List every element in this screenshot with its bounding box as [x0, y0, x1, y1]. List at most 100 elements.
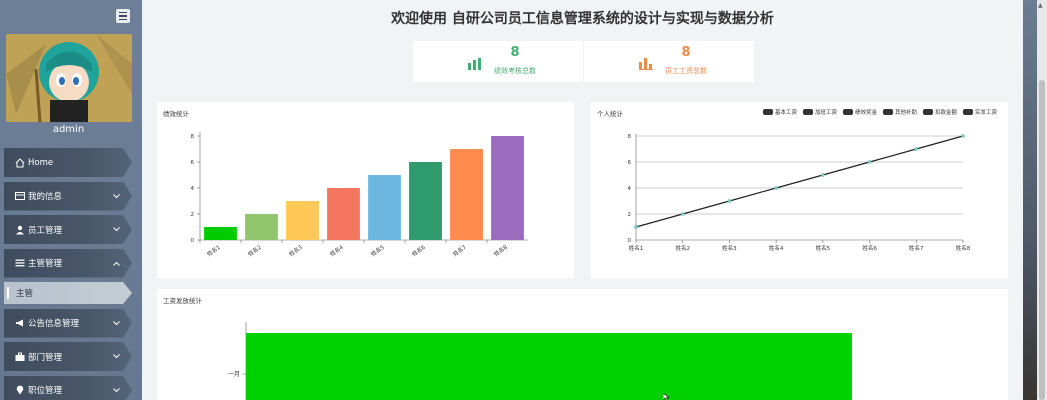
data-point [680, 212, 685, 216]
legend-label: 其他补助 [895, 108, 918, 116]
bar [368, 175, 401, 240]
sidebar-menu: Home 我的信息 员工管理 主管管理 主管 公告信息管理 部门管理 职位管理 [4, 148, 132, 400]
x-tick-label: 姓名1 [205, 243, 221, 258]
scrollbar-thumb[interactable] [1039, 80, 1045, 400]
main-content: 欢迎使用 自研公司员工信息管理系统的设计与实现与数据分析 8 绩效考核总数 8 … [142, 0, 1023, 400]
stat-value: 8 [681, 45, 691, 60]
sidebar-subitem-supervisor[interactable]: 主管 [4, 282, 132, 304]
sidebar-item-label: 主管管理 [28, 259, 63, 269]
bar [409, 162, 442, 240]
list-icon [14, 257, 26, 269]
x-tick-label: 姓名2 [675, 244, 690, 252]
avatar-image [6, 34, 132, 122]
y-tick-label: 8 [628, 134, 632, 140]
sidebar-item-label: 公告信息管理 [28, 319, 80, 329]
y-tick-label: 6 [191, 160, 195, 166]
bar [491, 136, 524, 240]
sidebar-item-employee[interactable]: 员工管理 [4, 215, 132, 244]
data-point [821, 173, 825, 177]
legend-swatch [883, 109, 893, 115]
sidebar: admin Home 我的信息 员工管理 主管管理 主管 公告信息管理 部门管理… [0, 0, 142, 400]
y-tick-label: 0 [628, 238, 632, 244]
menu-collapse-button[interactable] [116, 9, 130, 23]
x-tick-label: 姓名8 [956, 244, 971, 252]
personal-line-chart: 0 2 4 6 8 姓名1 姓名2 姓名3 姓名4 姓名5 姓名6 姓名7 姓名8 基本工资 加班工资 绩效奖… [628, 108, 998, 252]
bar [204, 227, 237, 240]
chevron-down-icon [113, 225, 120, 235]
legend-swatch [843, 109, 853, 115]
performance-chart-card: 绩效统计 0 2 4 6 8 姓名1 姓名2 姓名3 姓名4 姓名5 姓名6 姓名7 姓名8 [157, 102, 574, 278]
sidebar-item-label: 员工管理 [28, 225, 63, 236]
data-point [727, 199, 732, 203]
x-tick-label: 姓名4 [769, 244, 784, 252]
x-tick-label: 姓名5 [816, 244, 831, 252]
home-icon [14, 157, 26, 169]
card-icon [14, 190, 26, 202]
user-icon [14, 224, 26, 236]
sidebar-item-notice[interactable]: 公告信息管理 [4, 308, 132, 338]
y-tick-label: 2 [628, 212, 632, 218]
x-tick-label: 姓名1 [629, 244, 644, 252]
x-tick-label: 姓名4 [328, 243, 345, 258]
avatar [6, 34, 132, 122]
personal-chart-card: 个人统计 0 2 4 6 8 姓名1 姓名2 姓名3 姓名4 姓名5 姓名6 姓名7 姓名8 基本工资 加班… [591, 102, 1008, 278]
legend-label: 扣款金额 [935, 108, 958, 116]
stat-label: 绩效考核总数 [494, 67, 536, 75]
sidebar-item-label: 主管 [16, 289, 34, 299]
legend-swatch [963, 109, 973, 115]
data-point [774, 186, 778, 190]
username: admin [52, 124, 85, 135]
y-tick-label: 6 [628, 160, 632, 166]
sidebar-item-label: 我的信息 [28, 192, 63, 202]
x-tick-label: 姓名3 [287, 243, 304, 258]
stat-performance-total: 8 绩效考核总数 [413, 41, 583, 82]
briefcase-icon [14, 351, 26, 363]
x-tick-label: 姓名7 [451, 243, 468, 258]
y-tick-label: 一月 [228, 371, 240, 378]
sidebar-item-my-info[interactable]: 我的信息 [4, 181, 132, 211]
chevron-down-icon [113, 352, 120, 362]
chevron-down-icon [113, 386, 120, 396]
sidebar-item-label: Home [28, 157, 54, 168]
y-tick-label: 0 [191, 238, 195, 244]
page-title: 欢迎使用 自研公司员工信息管理系统的设计与实现与数据分析 [391, 11, 774, 27]
y-tick-label: 4 [628, 186, 632, 192]
legend-label: 基本工资 [775, 108, 798, 116]
sidebar-item-home[interactable]: Home [4, 148, 132, 177]
performance-bar-chart: 0 2 4 6 8 姓名1 姓名2 姓名3 姓名4 姓名5 姓名6 姓名7 姓名8 [191, 132, 528, 258]
legend-label: 加班工资 [815, 108, 838, 116]
x-tick-label: 姓名3 [722, 244, 737, 252]
location-pin-icon [14, 384, 26, 396]
x-tick-label: 姓名7 [909, 244, 924, 252]
sidebar-item-position[interactable]: 职位管理 [4, 375, 132, 400]
y-tick-label: 2 [191, 212, 195, 218]
legend-swatch [763, 109, 773, 115]
legend-swatch [923, 109, 933, 115]
bar [327, 188, 360, 240]
x-tick-label: 姓名8 [492, 243, 509, 258]
sidebar-item-department[interactable]: 部门管理 [4, 342, 132, 371]
sidebar-item-supervisor[interactable]: 主管管理 [4, 248, 132, 278]
sidebar-item-label: 职位管理 [28, 386, 63, 396]
data-point [634, 225, 638, 229]
x-tick-label: 姓名5 [369, 243, 386, 258]
legend-label: 绩效奖金 [855, 108, 878, 116]
bar [286, 201, 319, 240]
chevron-down-icon [113, 192, 120, 202]
salary-bar-chart: 一月 [228, 322, 852, 400]
bar [245, 214, 278, 240]
salary-chart-card: 工资发放统计 一月 [157, 289, 1008, 400]
data-point [914, 147, 919, 151]
legend-swatch [803, 109, 813, 115]
stat-salary-total: 8 员工工资总数 [584, 41, 754, 82]
megaphone-icon [14, 317, 26, 329]
scroll-up-icon[interactable]: ▲ [1038, 2, 1043, 9]
bar [450, 149, 483, 240]
series-line [635, 135, 964, 228]
bar [246, 333, 852, 400]
y-tick-label: 8 [191, 134, 195, 140]
x-tick-label: 姓名2 [246, 243, 262, 258]
x-tick-label: 姓名6 [410, 243, 427, 258]
stat-value: 8 [510, 45, 520, 60]
y-tick-label: 4 [191, 186, 195, 192]
